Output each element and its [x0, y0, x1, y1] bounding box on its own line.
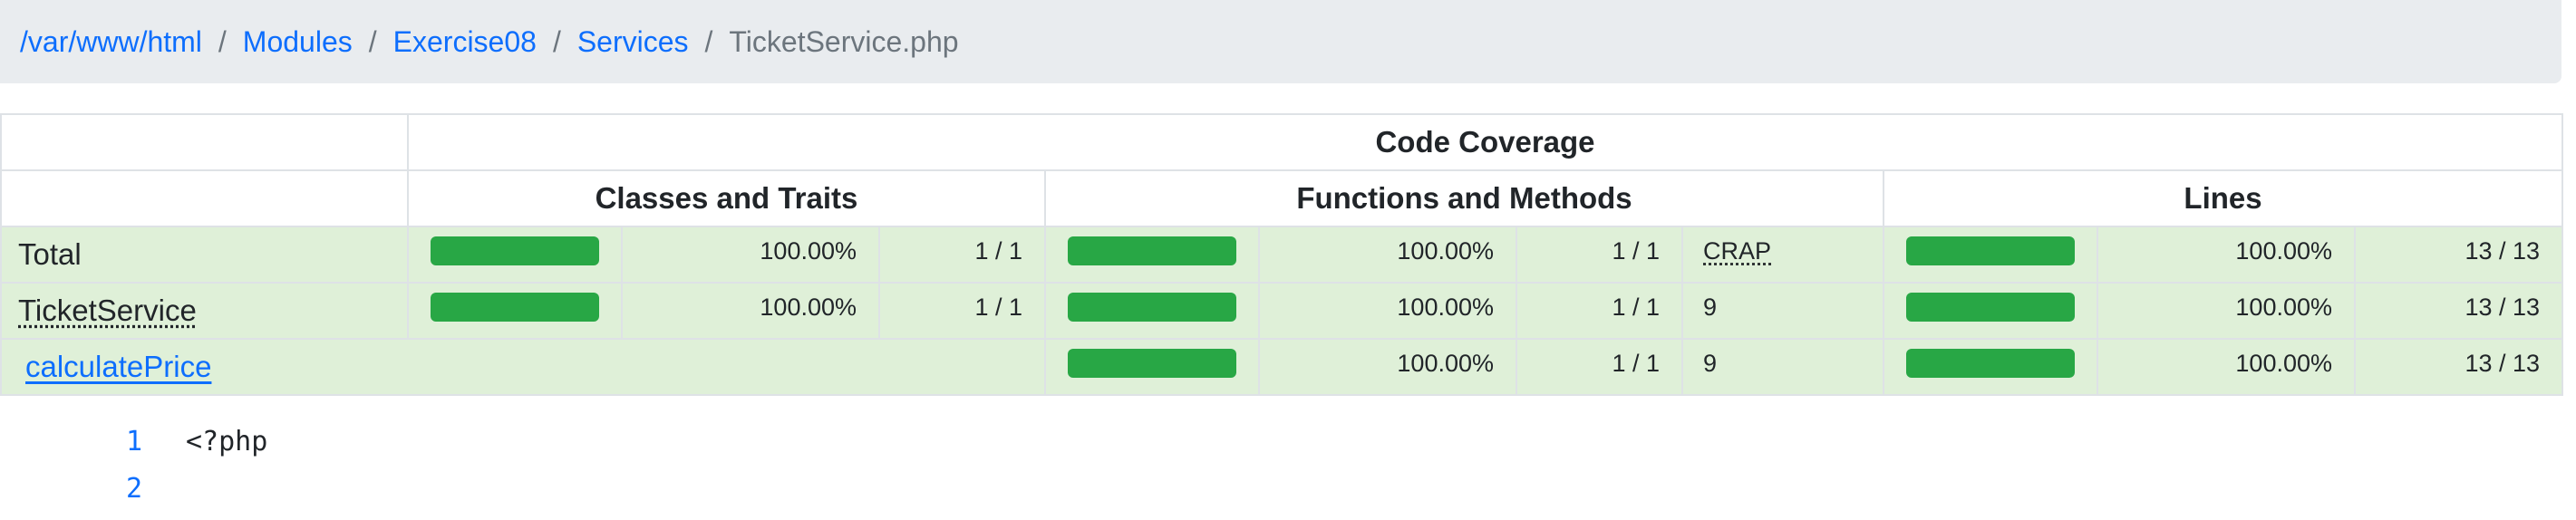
lines-count: 13 / 13 [2465, 349, 2541, 377]
functions-progress-bar [1044, 338, 1260, 396]
functions-count: 1 / 1 [1612, 293, 1660, 321]
progress-fill [1068, 236, 1236, 265]
lines-count: 13 / 13 [2465, 293, 2541, 321]
lines-percent: 100.00% [2235, 349, 2332, 377]
classes-count: 1 / 1 [974, 293, 1022, 321]
breadcrumb-link-exercise08[interactable]: Exercise08 [393, 25, 537, 59]
crap-value: 9 [1703, 349, 1718, 377]
classes-progress-bar [407, 226, 623, 284]
progress-fill [1068, 349, 1236, 378]
breadcrumb-link-html[interactable]: /var/www/html [20, 25, 202, 59]
functions-progress-bar [1044, 226, 1260, 284]
progress-fill [1906, 236, 2075, 265]
breadcrumb-separator: / [218, 24, 227, 58]
functions-percent: 100.00% [1397, 293, 1494, 321]
functions-count: 1 / 1 [1612, 349, 1660, 377]
progress-fill [1906, 349, 2075, 378]
breadcrumb-separator: / [368, 24, 377, 58]
coverage-table-container: Code Coverage Classes and Traits Functio… [0, 113, 2564, 396]
method-link-calculateprice[interactable]: calculatePrice [18, 350, 211, 383]
lines-count: 13 / 13 [2465, 236, 2541, 265]
progress-fill [431, 293, 599, 322]
coverage-header-row: Code Coverage [0, 113, 2564, 171]
line-number-link[interactable]: 2 [0, 473, 186, 505]
source-code: 1 <?php 2 [0, 426, 2561, 520]
coverage-row-class: TicketService 100.00% 1 / 1 100.00% 1 / … [0, 282, 2564, 340]
code-line: 1 <?php [0, 426, 2561, 473]
functions-percent: 100.00% [1397, 236, 1494, 265]
classes-count: 1 / 1 [974, 236, 1022, 265]
functions-count: 1 / 1 [1612, 236, 1660, 265]
crap-value: 9 [1703, 293, 1718, 321]
lines-progress-bar [1883, 226, 2098, 284]
coverage-table: Code Coverage Classes and Traits Functio… [0, 113, 2564, 396]
progress-fill [1906, 293, 2075, 322]
lines-progress-bar [1883, 282, 2098, 340]
header-empty-cell [0, 113, 409, 171]
classes-progress-bar [407, 282, 623, 340]
coverage-group-header-row: Classes and Traits Functions and Methods… [0, 169, 2564, 227]
progress-fill [1068, 293, 1236, 322]
functions-percent: 100.00% [1397, 349, 1494, 377]
progress-fill [431, 236, 599, 265]
row-name: Total [0, 226, 409, 284]
lines-progress-bar [1883, 338, 2098, 396]
functions-progress-bar [1044, 282, 1260, 340]
functions-methods-header: Functions and Methods [1044, 169, 1884, 227]
header-empty-cell [0, 169, 409, 227]
code-line: 2 [0, 473, 2561, 520]
line-number-link[interactable]: 1 [0, 426, 186, 457]
lines-percent: 100.00% [2235, 293, 2332, 321]
breadcrumb-separator: / [704, 24, 713, 58]
class-name: TicketService [18, 294, 197, 327]
coverage-row-method: calculatePrice 100.00% 1 / 1 9 100.00% 1… [0, 338, 2564, 396]
classes-traits-header: Classes and Traits [407, 169, 1046, 227]
classes-percent: 100.00% [760, 236, 857, 265]
breadcrumb-separator: / [552, 24, 561, 58]
coverage-title: Code Coverage [406, 113, 2564, 171]
lines-percent: 100.00% [2235, 236, 2332, 265]
breadcrumb-current-file: TicketService.php [729, 24, 959, 58]
breadcrumb-link-services[interactable]: Services [577, 25, 689, 59]
lines-header: Lines [1882, 169, 2564, 227]
breadcrumb: /var/www/html / Modules / Exercise08 / S… [0, 0, 2561, 83]
coverage-row-total: Total 100.00% 1 / 1 100.00% 1 / 1 CRAP 1… [0, 226, 2564, 284]
crap-label: CRAP [1703, 236, 1772, 265]
classes-percent: 100.00% [760, 293, 857, 321]
breadcrumb-link-modules[interactable]: Modules [243, 25, 353, 59]
code-text: <?php [186, 426, 268, 457]
